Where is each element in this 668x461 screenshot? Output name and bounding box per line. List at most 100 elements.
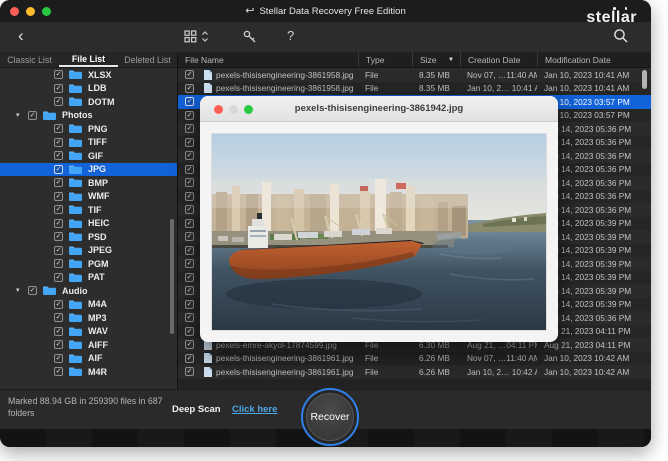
recover-button[interactable]: Recover [301,388,359,446]
tree-item-jpg[interactable]: ✓JPG [0,163,177,177]
checkbox[interactable]: ✓ [185,70,194,79]
column-header-type[interactable]: Type [358,52,412,67]
tree-item-heic[interactable]: ✓HEIC [0,217,177,231]
tree-item-psd[interactable]: ✓PSD [0,230,177,244]
close-icon[interactable] [214,105,223,114]
checkbox[interactable]: ✓ [54,70,63,79]
checkbox[interactable]: ✓ [185,259,194,268]
tree-item-jpeg[interactable]: ✓JPEG [0,244,177,258]
column-header-modification-date[interactable]: Modification Date [537,52,651,67]
checkbox[interactable]: ✓ [185,327,194,336]
column-header-creation-date[interactable]: Creation Date [460,52,537,67]
table-row[interactable]: ✓pexels-thisisengineering-3861958.jpgFil… [178,82,651,96]
tree-item-wav[interactable]: ✓WAV [0,325,177,339]
checkbox[interactable]: ✓ [54,273,63,282]
tree-item-tif[interactable]: ✓TIF [0,203,177,217]
cell-modification-date: Jan 10, 2023 10:42 AM [537,365,651,379]
tree-scrollbar[interactable] [170,219,174,334]
tree-item-bmp[interactable]: ✓BMP [0,176,177,190]
sort-caret-icon[interactable]: ▼ [448,57,454,63]
table-row[interactable]: ✓pexels-thisisengineering-3861961.jpgFil… [178,365,651,379]
checkbox[interactable]: ✓ [28,286,37,295]
checkbox[interactable]: ✓ [185,111,194,120]
back-chevron-icon[interactable]: ‹ [18,26,24,46]
tree-item-ldb[interactable]: ✓LDB [0,82,177,96]
checkbox[interactable]: ✓ [185,124,194,133]
zoom-icon[interactable] [244,105,253,114]
tree-item-label: PNG [88,124,108,134]
checkbox[interactable]: ✓ [54,97,63,106]
checkbox[interactable]: ✓ [54,367,63,376]
checkbox[interactable]: ✓ [54,354,63,363]
table-scrollbar[interactable] [642,70,647,89]
checkbox[interactable]: ✓ [185,192,194,201]
tab-deleted-list[interactable]: Deleted List [118,52,177,67]
checkbox[interactable]: ✓ [54,232,63,241]
checkbox[interactable]: ✓ [54,138,63,147]
checkbox[interactable]: ✓ [185,246,194,255]
help-icon[interactable]: ? [287,28,294,43]
checkbox[interactable]: ✓ [185,84,194,93]
checkbox[interactable]: ✓ [54,340,63,349]
checkbox[interactable]: ✓ [185,354,194,363]
checkbox[interactable]: ✓ [185,273,194,282]
checkbox[interactable]: ✓ [185,219,194,228]
checkbox[interactable]: ✓ [185,138,194,147]
checkbox[interactable]: ✓ [185,340,194,349]
checkbox[interactable]: ✓ [185,232,194,241]
tree-item-pgm[interactable]: ✓PGM [0,257,177,271]
minimize-icon[interactable] [229,105,238,114]
tree-item-m4r[interactable]: ✓M4R [0,365,177,379]
tree-item-pat[interactable]: ✓PAT [0,271,177,285]
checkbox[interactable]: ✓ [185,367,194,376]
table-row[interactable]: ✓pexels-thisisengineering-3861961.jpgFil… [178,352,651,366]
deep-scan-link[interactable]: Click here [232,404,277,415]
checkbox[interactable]: ✓ [54,313,63,322]
checkbox[interactable]: ✓ [54,84,63,93]
checkbox[interactable]: ✓ [28,111,37,120]
search-icon[interactable] [613,28,629,44]
tree-item-dotm[interactable]: ✓DOTM [0,95,177,109]
checkbox[interactable]: ✓ [54,165,63,174]
checkbox[interactable]: ✓ [185,313,194,322]
checkbox[interactable]: ✓ [185,151,194,160]
checkbox[interactable]: ✓ [54,124,63,133]
tab-classic-list[interactable]: Classic List [0,52,59,67]
tree-item-mp3[interactable]: ✓MP3 [0,311,177,325]
tree-item-gif[interactable]: ✓GIF [0,149,177,163]
updown-chevron-icon[interactable] [201,30,209,43]
expand-arrow-icon[interactable]: ▾ [16,112,28,119]
checkbox[interactable]: ✓ [185,97,194,106]
checkbox[interactable]: ✓ [54,151,63,160]
checkbox[interactable]: ✓ [54,259,63,268]
grid-view-icon[interactable] [184,30,197,43]
tree-item-m4a[interactable]: ✓M4A [0,298,177,312]
checkbox[interactable]: ✓ [185,165,194,174]
column-header-size[interactable]: Size▼ [412,52,460,67]
checkbox[interactable]: ✓ [54,192,63,201]
checkbox[interactable]: ✓ [54,178,63,187]
checkbox[interactable]: ✓ [54,300,63,309]
preview-window[interactable]: pexels-thisisengineering-3861942.jpg [200,96,558,342]
tree-item-tiff[interactable]: ✓TIFF [0,136,177,150]
tree-item-xlsx[interactable]: ✓XLSX [0,68,177,82]
expand-arrow-icon[interactable]: ▾ [16,287,28,294]
checkbox[interactable]: ✓ [54,219,63,228]
tree-item-aif[interactable]: ✓AIF [0,352,177,366]
table-row[interactable]: ✓pexels-thisisengineering-3861958.jpgFil… [178,68,651,82]
tree-item-wmf[interactable]: ✓WMF [0,190,177,204]
checkbox[interactable]: ✓ [185,300,194,309]
tab-file-list[interactable]: File List [59,52,118,67]
checkbox[interactable]: ✓ [185,205,194,214]
tree-item-png[interactable]: ✓ PNG [0,122,177,136]
checkbox[interactable]: ✓ [54,246,63,255]
checkbox[interactable]: ✓ [185,178,194,187]
recovery-wand-icon[interactable] [243,30,257,44]
column-header-file-name[interactable]: File Name [178,52,358,67]
checkbox[interactable]: ✓ [185,286,194,295]
tree-item-aiff[interactable]: ✓AIFF [0,338,177,352]
tree-item-photos[interactable]: ▾✓Photos [0,109,177,123]
checkbox[interactable]: ✓ [54,205,63,214]
tree-item-audio[interactable]: ▾✓Audio [0,284,177,298]
checkbox[interactable]: ✓ [54,327,63,336]
